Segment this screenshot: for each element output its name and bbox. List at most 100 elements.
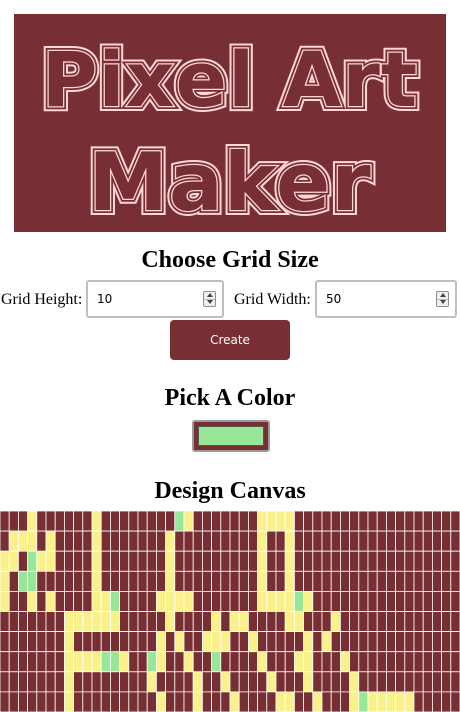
grid-cell[interactable]	[82, 570, 93, 592]
grid-cell[interactable]	[321, 530, 332, 552]
grid-cell[interactable]	[247, 631, 258, 653]
grid-cell[interactable]	[155, 651, 166, 673]
grid-cell[interactable]	[36, 570, 47, 592]
grid-cell[interactable]	[303, 631, 314, 653]
grid-cell[interactable]	[165, 631, 176, 653]
grid-cell[interactable]	[330, 691, 341, 712]
grid-cell[interactable]	[137, 671, 148, 693]
grid-cell[interactable]	[422, 691, 433, 712]
grid-cell[interactable]	[183, 570, 194, 592]
grid-cell[interactable]	[257, 651, 268, 673]
grid-cell[interactable]	[165, 550, 176, 572]
grid-cell[interactable]	[238, 570, 249, 592]
grid-cell[interactable]	[0, 530, 10, 552]
grid-cell[interactable]	[376, 591, 387, 612]
grid-cell[interactable]	[211, 651, 222, 673]
grid-cell[interactable]	[201, 570, 212, 592]
grid-cell[interactable]	[395, 631, 406, 653]
grid-cell[interactable]	[257, 550, 268, 572]
grid-cell[interactable]	[137, 611, 148, 633]
grid-cell[interactable]	[27, 631, 38, 653]
grid-cell[interactable]	[303, 671, 314, 693]
grid-cell[interactable]	[110, 651, 121, 673]
grid-cell[interactable]	[165, 611, 176, 633]
grid-cell[interactable]	[450, 570, 460, 592]
grid-cell[interactable]	[201, 631, 212, 653]
grid-cell[interactable]	[385, 611, 396, 633]
grid-cell[interactable]	[64, 671, 75, 693]
grid-cell[interactable]	[36, 671, 47, 693]
grid-cell[interactable]	[284, 570, 295, 592]
grid-cell[interactable]	[0, 611, 10, 633]
grid-cell[interactable]	[220, 591, 231, 612]
grid-cell[interactable]	[238, 530, 249, 552]
grid-cell[interactable]	[17, 511, 28, 532]
grid-cell[interactable]	[312, 611, 323, 633]
grid-cell[interactable]	[330, 550, 341, 572]
grid-cell[interactable]	[247, 511, 258, 532]
grid-cell[interactable]	[349, 511, 360, 532]
grid-cell[interactable]	[376, 691, 387, 712]
grid-cell[interactable]	[395, 550, 406, 572]
grid-cell[interactable]	[119, 651, 130, 673]
grid-cell[interactable]	[82, 691, 93, 712]
grid-width-input[interactable]: 50	[315, 280, 457, 318]
grid-cell[interactable]	[201, 530, 212, 552]
grid-cell[interactable]	[349, 570, 360, 592]
grid-cell[interactable]	[64, 691, 75, 712]
grid-cell[interactable]	[229, 611, 240, 633]
grid-cell[interactable]	[165, 691, 176, 712]
grid-cell[interactable]	[8, 691, 19, 712]
grid-cell[interactable]	[137, 691, 148, 712]
grid-cell[interactable]	[82, 530, 93, 552]
grid-cell[interactable]	[404, 671, 415, 693]
grid-cell[interactable]	[385, 631, 396, 653]
grid-cell[interactable]	[238, 511, 249, 532]
grid-cell[interactable]	[100, 570, 111, 592]
grid-cell[interactable]	[247, 611, 258, 633]
grid-cell[interactable]	[155, 691, 166, 712]
grid-cell[interactable]	[358, 550, 369, 572]
grid-cell[interactable]	[100, 631, 111, 653]
grid-cell[interactable]	[431, 611, 442, 633]
grid-cell[interactable]	[303, 591, 314, 612]
grid-cell[interactable]	[91, 530, 102, 552]
create-button[interactable]: Create	[170, 320, 290, 360]
grid-cell[interactable]	[110, 530, 121, 552]
grid-cell[interactable]	[183, 550, 194, 572]
grid-cell[interactable]	[422, 631, 433, 653]
grid-cell[interactable]	[137, 591, 148, 612]
grid-cell[interactable]	[404, 691, 415, 712]
grid-cell[interactable]	[27, 511, 38, 532]
grid-cell[interactable]	[266, 651, 277, 673]
grid-cell[interactable]	[312, 671, 323, 693]
grid-cell[interactable]	[404, 611, 415, 633]
grid-cell[interactable]	[73, 631, 84, 653]
grid-cell[interactable]	[73, 671, 84, 693]
grid-cell[interactable]	[128, 691, 139, 712]
grid-cell[interactable]	[45, 691, 56, 712]
grid-cell[interactable]	[174, 550, 185, 572]
grid-cell[interactable]	[8, 530, 19, 552]
grid-cell[interactable]	[36, 651, 47, 673]
grid-cell[interactable]	[293, 651, 304, 673]
grid-cell[interactable]	[155, 530, 166, 552]
grid-cell[interactable]	[8, 611, 19, 633]
grid-cell[interactable]	[110, 511, 121, 532]
grid-cell[interactable]	[431, 691, 442, 712]
grid-cell[interactable]	[119, 511, 130, 532]
grid-height-input[interactable]: 10	[86, 280, 224, 318]
grid-cell[interactable]	[376, 671, 387, 693]
grid-cell[interactable]	[229, 631, 240, 653]
grid-cell[interactable]	[376, 550, 387, 572]
grid-cell[interactable]	[45, 591, 56, 612]
grid-cell[interactable]	[73, 651, 84, 673]
grid-cell[interactable]	[110, 570, 121, 592]
grid-cell[interactable]	[128, 511, 139, 532]
grid-cell[interactable]	[54, 691, 65, 712]
grid-cell[interactable]	[312, 511, 323, 532]
grid-cell[interactable]	[165, 591, 176, 612]
grid-cell[interactable]	[128, 530, 139, 552]
grid-cell[interactable]	[211, 550, 222, 572]
grid-cell[interactable]	[100, 691, 111, 712]
